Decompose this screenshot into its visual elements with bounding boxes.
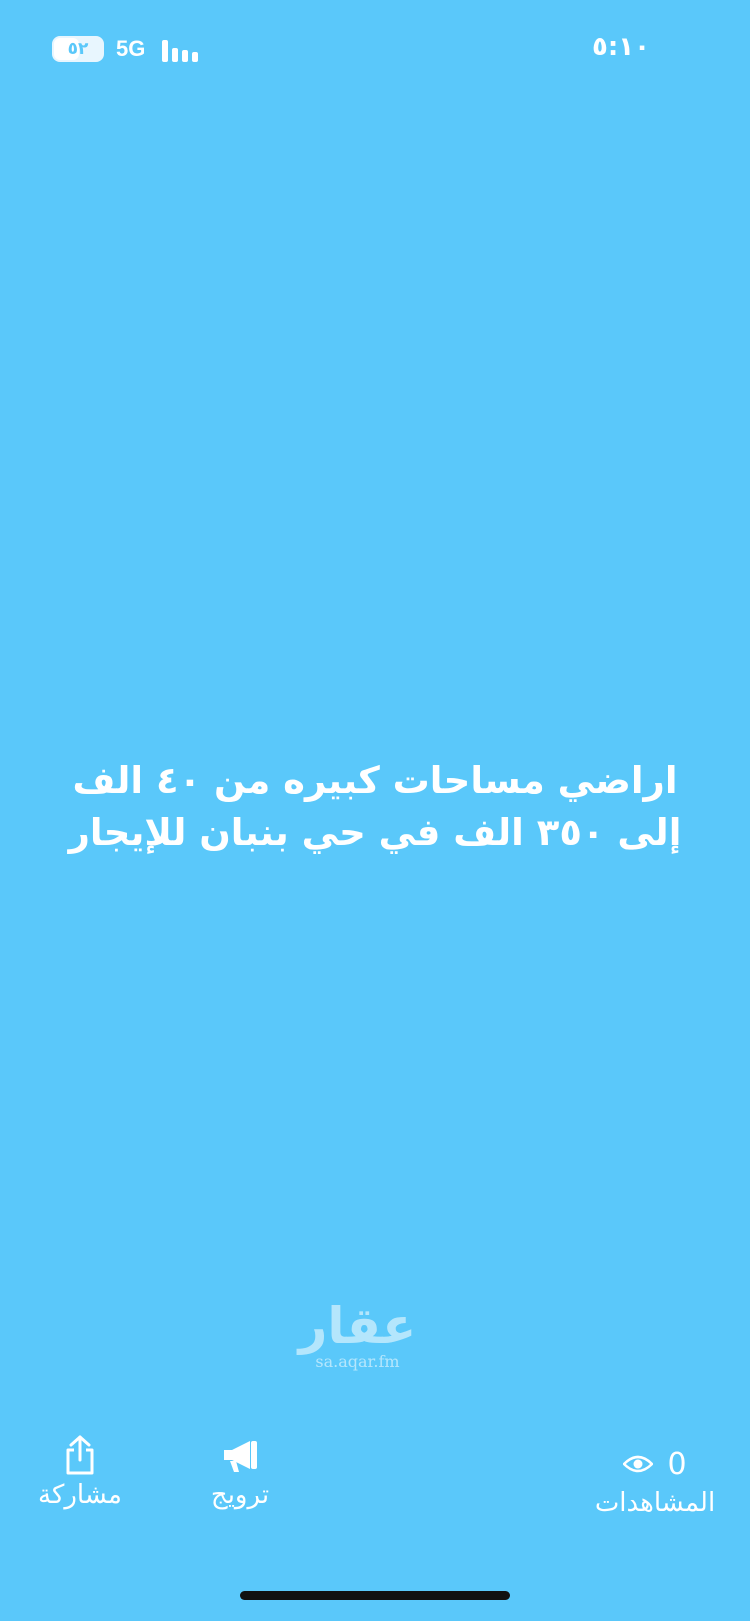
share-label: مشاركة [38, 1480, 122, 1510]
clock: ٥:١٠ [591, 32, 650, 62]
promote-button[interactable]: ترويج [190, 1434, 290, 1510]
battery-indicator: ٥٢ [52, 36, 104, 62]
megaphone-icon [224, 1441, 257, 1472]
promote-label: ترويج [210, 1480, 270, 1510]
status-bar: ٥٢ 5G ٥:١٠ [0, 0, 750, 100]
eye-icon [623, 1455, 654, 1473]
share-button[interactable]: مشاركة [25, 1434, 135, 1510]
views-label: المشاهدات [594, 1488, 716, 1518]
share-icon [66, 1435, 94, 1475]
aqar-watermark: عقار sa.aqar.fm [295, 1300, 420, 1371]
views-counter: 0 المشاهدات [580, 1444, 730, 1519]
signal-strength-icon [162, 38, 202, 62]
post-text: اراضي مساحات كبيره من ٤٠ الف إلى ٣٥٠ الف… [68, 759, 682, 854]
home-indicator[interactable] [240, 1591, 510, 1600]
views-count: 0 [667, 1446, 687, 1482]
network-type: 5G [116, 36, 146, 61]
battery-level: ٥٢ [67, 39, 89, 59]
watermark-logo: عقار [298, 1297, 417, 1355]
